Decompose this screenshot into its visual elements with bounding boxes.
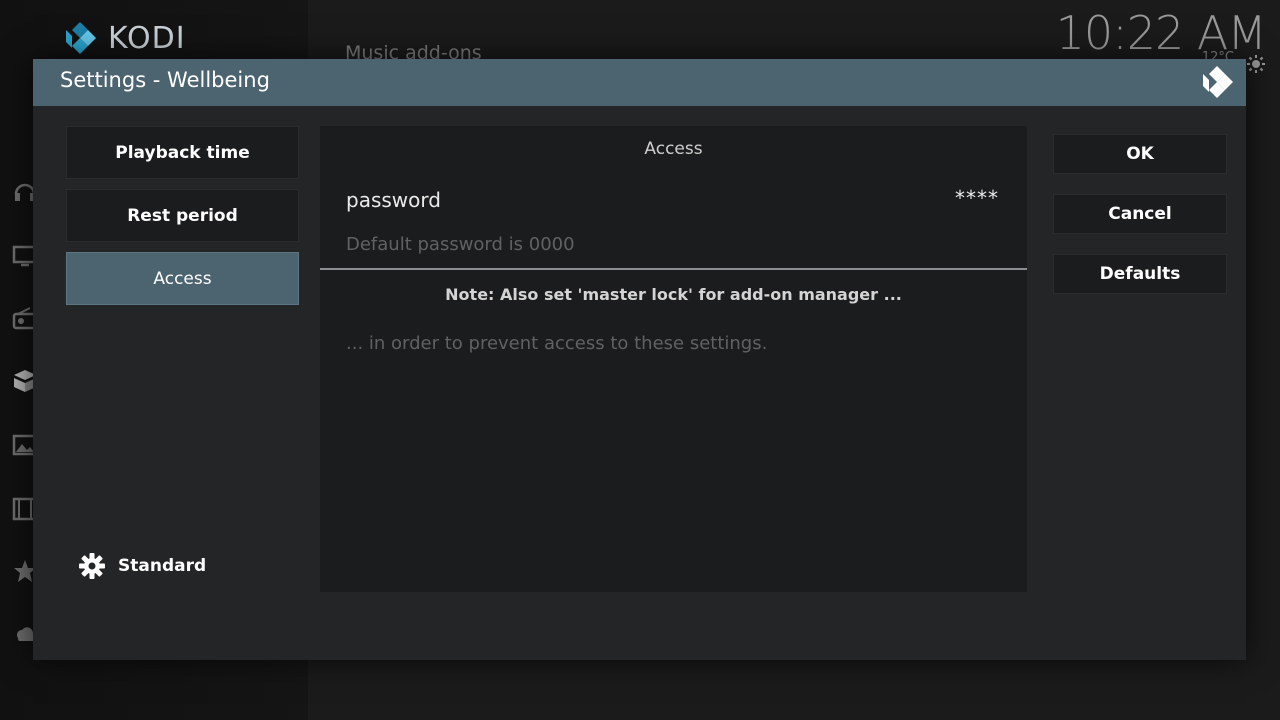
kodi-brand-text: KODI [108, 20, 186, 56]
cancel-button[interactable]: Cancel [1053, 194, 1227, 234]
panel-heading: Access [644, 139, 703, 159]
category-access[interactable]: Access [66, 252, 299, 305]
divider [320, 268, 1027, 270]
settings-dialog: Settings - Wellbeing Playback time Rest … [33, 59, 1246, 660]
sun-icon [1247, 55, 1265, 73]
kodi-logo: KODI [62, 20, 186, 56]
settings-level-button[interactable]: Standard [78, 548, 206, 584]
kodi-logo-icon [66, 22, 96, 54]
category-playback-time[interactable]: Playback time [66, 126, 299, 179]
settings-level-label: Standard [118, 556, 207, 576]
defaults-button[interactable]: Defaults [1053, 254, 1227, 294]
gear-icon [79, 553, 105, 579]
dialog-title: Settings - Wellbeing [60, 68, 270, 92]
clock: 10:22 AM [1055, 6, 1267, 60]
password-setting[interactable]: password **** Default password is 0000 [320, 178, 1027, 270]
setting-description: Default password is 0000 [346, 234, 575, 255]
ok-button[interactable]: OK [1053, 134, 1227, 174]
setting-value: **** [955, 186, 999, 210]
setting-label: password [346, 188, 441, 212]
kodi-header-logo-icon [1203, 66, 1233, 98]
settings-panel: Access password **** Default password is… [320, 126, 1027, 592]
note-setting[interactable]: Note: Also set 'master lock' for add-on … [320, 285, 1027, 304]
note-description: ... in order to prevent access to these … [346, 333, 768, 354]
dialog-header: Settings - Wellbeing [33, 59, 1246, 106]
category-rest-period[interactable]: Rest period [66, 189, 299, 242]
